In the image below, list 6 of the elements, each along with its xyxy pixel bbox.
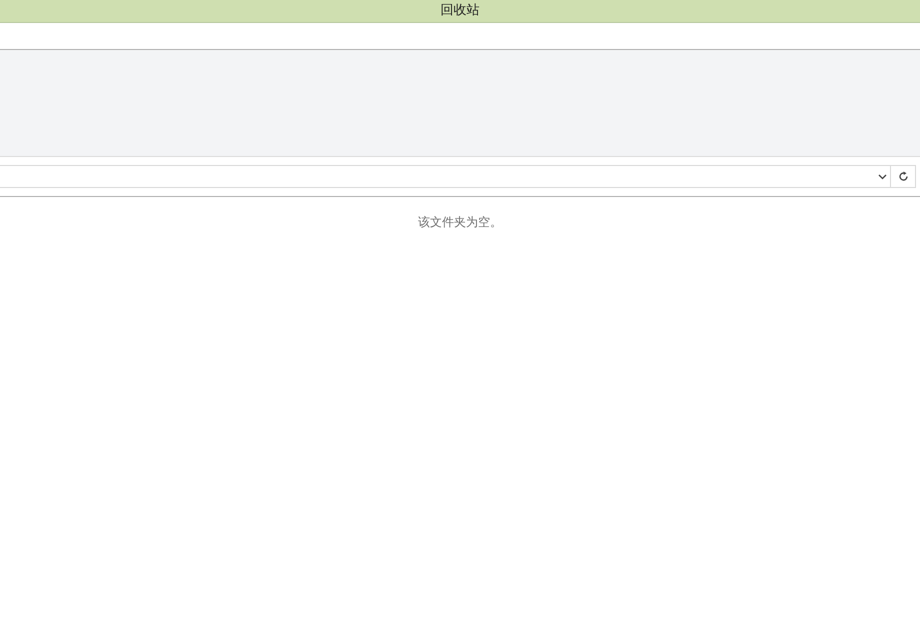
dropdown-chevron-icon[interactable]: [878, 174, 887, 180]
refresh-button[interactable]: [891, 165, 916, 188]
empty-folder-message: 该文件夹为空。: [418, 214, 502, 229]
refresh-icon: [898, 171, 908, 182]
window-title: 回收站: [440, 2, 480, 20]
address-field[interactable]: [0, 165, 891, 188]
